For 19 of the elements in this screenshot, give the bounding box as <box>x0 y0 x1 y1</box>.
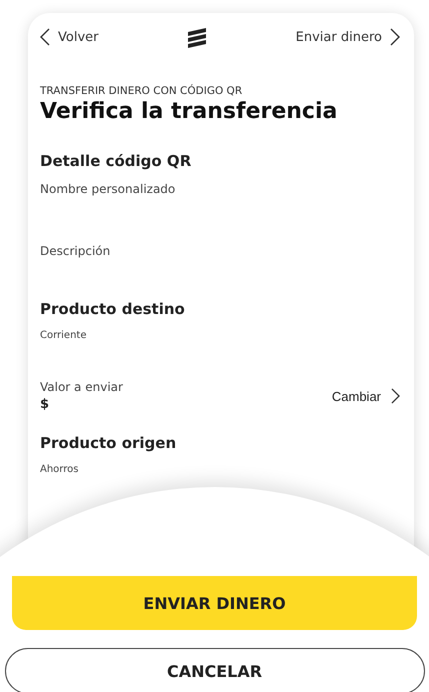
page-title: Verifica la transferencia <box>40 99 338 124</box>
product-name: Ahorros <box>40 464 80 477</box>
amount-label: Valor a enviar <box>40 380 123 394</box>
next-link[interactable]: Enviar dinero <box>296 28 400 46</box>
chevron-right-icon <box>390 28 400 46</box>
change-link[interactable]: Cambiar <box>332 388 400 404</box>
section-heading: Detalle código QR <box>40 152 192 170</box>
field-label: Nombre personalizado <box>40 182 176 198</box>
page-subtitle: TRANSFERIR DINERO CON CÓDIGO QR <box>40 85 244 97</box>
product-name: Corriente <box>40 330 88 343</box>
send-money-button[interactable]: ENVIAR DINERO <box>12 576 417 630</box>
chevron-right-icon <box>391 388 400 404</box>
amount-value: $ <box>40 397 50 412</box>
back-link[interactable]: Volver <box>40 28 98 46</box>
section-heading: Producto origen <box>40 434 178 452</box>
cancel-button[interactable]: CANCELAR <box>4 648 424 692</box>
chevron-left-icon <box>40 28 50 46</box>
field-label: Descripción <box>40 244 112 260</box>
section-heading: Producto destino <box>40 300 186 318</box>
